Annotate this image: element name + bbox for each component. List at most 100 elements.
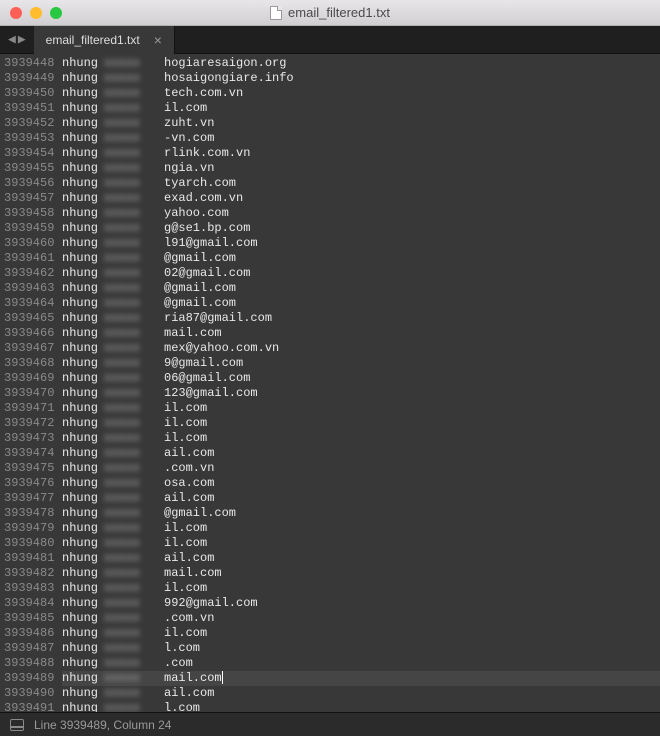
line-number: 3939487 — [4, 641, 52, 656]
text-content[interactable]: nhungxxxxxhogiaresaigon.orgnhungxxxxxhos… — [62, 54, 660, 712]
text-row[interactable]: nhungxxxxx.com.vn — [62, 611, 660, 626]
text-row[interactable]: nhungxxxxxail.com — [62, 446, 660, 461]
col-redacted: xxxxx — [104, 536, 164, 551]
col-prefix: nhung — [62, 161, 104, 176]
col-value: @gmail.com — [164, 296, 660, 311]
col-value: il.com — [164, 626, 660, 641]
text-row[interactable]: nhungxxxxx@gmail.com — [62, 281, 660, 296]
text-row[interactable]: nhungxxxxxil.com — [62, 581, 660, 596]
document-icon — [270, 6, 282, 20]
minimize-window-button[interactable] — [30, 7, 42, 19]
col-redacted: xxxxx — [104, 476, 164, 491]
line-number: 3939488 — [4, 656, 52, 671]
text-row[interactable]: nhungxxxxxhosaigongiare.info — [62, 71, 660, 86]
text-row[interactable]: nhungxxxxxil.com — [62, 431, 660, 446]
text-row[interactable]: nhungxxxxxl91@gmail.com — [62, 236, 660, 251]
text-row[interactable]: nhungxxxxxil.com — [62, 626, 660, 641]
text-row[interactable]: nhungxxxxxyahoo.com — [62, 206, 660, 221]
col-redacted: xxxxx — [104, 461, 164, 476]
text-row[interactable]: nhungxxxxxmail.com — [62, 326, 660, 341]
editor-area[interactable]: 3939448393944939394503939451393945239394… — [0, 54, 660, 712]
col-redacted: xxxxx — [104, 161, 164, 176]
text-row[interactable]: nhungxxxxxil.com — [62, 416, 660, 431]
col-redacted: xxxxx — [104, 596, 164, 611]
col-value: il.com — [164, 401, 660, 416]
text-row[interactable]: nhungxxxxxria87@gmail.com — [62, 311, 660, 326]
text-row[interactable]: nhungxxxxxosa.com — [62, 476, 660, 491]
line-number: 3939470 — [4, 386, 52, 401]
text-row[interactable]: nhungxxxxx.com.vn — [62, 461, 660, 476]
text-row[interactable]: nhungxxxxx123@gmail.com — [62, 386, 660, 401]
col-prefix: nhung — [62, 251, 104, 266]
col-value: il.com — [164, 431, 660, 446]
close-tab-icon[interactable]: × — [154, 33, 162, 47]
col-value: ria87@gmail.com — [164, 311, 660, 326]
col-redacted: xxxxx — [104, 401, 164, 416]
text-row[interactable]: nhungxxxxxzuht.vn — [62, 116, 660, 131]
text-row[interactable]: nhungxxxxxil.com — [62, 536, 660, 551]
col-redacted: xxxxx — [104, 671, 164, 686]
text-row[interactable]: nhungxxxxx.com — [62, 656, 660, 671]
col-prefix: nhung — [62, 71, 104, 86]
col-value: il.com — [164, 416, 660, 431]
text-row[interactable]: nhungxxxxxmex@yahoo.com.vn — [62, 341, 660, 356]
col-value: .com.vn — [164, 461, 660, 476]
nav-forward-icon[interactable]: ▶ — [18, 32, 26, 47]
line-number: 3939466 — [4, 326, 52, 341]
text-row[interactable]: nhungxxxxxexad.com.vn — [62, 191, 660, 206]
text-row[interactable]: nhungxxxxxail.com — [62, 551, 660, 566]
text-row[interactable]: nhungxxxxx992@gmail.com — [62, 596, 660, 611]
text-row[interactable]: nhungxxxxxmail.com — [62, 566, 660, 581]
history-nav: ◀ ▶ — [0, 32, 34, 47]
text-row[interactable]: nhungxxxxxl.com — [62, 701, 660, 712]
tab-label: email_filtered1.txt — [46, 33, 140, 47]
text-row[interactable]: nhungxxxxxail.com — [62, 491, 660, 506]
line-number: 3939450 — [4, 86, 52, 101]
text-row[interactable]: nhungxxxxx@gmail.com — [62, 296, 660, 311]
text-row[interactable]: nhungxxxxxil.com — [62, 101, 660, 116]
text-row[interactable]: nhungxxxxxmail.com — [62, 671, 660, 686]
col-prefix: nhung — [62, 86, 104, 101]
text-row[interactable]: nhungxxxxxhogiaresaigon.org — [62, 56, 660, 71]
col-redacted: xxxxx — [104, 611, 164, 626]
zoom-window-button[interactable] — [50, 7, 62, 19]
col-redacted: xxxxx — [104, 116, 164, 131]
text-row[interactable]: nhungxxxxx02@gmail.com — [62, 266, 660, 281]
col-redacted: xxxxx — [104, 641, 164, 656]
col-prefix: nhung — [62, 326, 104, 341]
col-redacted: xxxxx — [104, 251, 164, 266]
col-redacted: xxxxx — [104, 551, 164, 566]
col-prefix: nhung — [62, 401, 104, 416]
col-prefix: nhung — [62, 491, 104, 506]
text-row[interactable]: nhungxxxxx@gmail.com — [62, 251, 660, 266]
panel-toggle-icon[interactable] — [10, 719, 24, 731]
text-row[interactable]: nhungxxxxxrlink.com.vn — [62, 146, 660, 161]
col-redacted: xxxxx — [104, 101, 164, 116]
text-row[interactable]: nhungxxxxx9@gmail.com — [62, 356, 660, 371]
text-row[interactable]: nhungxxxxxl.com — [62, 641, 660, 656]
col-value: ail.com — [164, 446, 660, 461]
tab-bar: ◀ ▶ email_filtered1.txt × — [0, 26, 660, 54]
close-window-button[interactable] — [10, 7, 22, 19]
line-number: 3939460 — [4, 236, 52, 251]
col-value: .com.vn — [164, 611, 660, 626]
text-row[interactable]: nhungxxxxx-vn.com — [62, 131, 660, 146]
text-row[interactable]: nhungxxxxxil.com — [62, 521, 660, 536]
line-number: 3939474 — [4, 446, 52, 461]
file-tab[interactable]: email_filtered1.txt × — [34, 26, 175, 54]
text-row[interactable]: nhungxxxxxtyarch.com — [62, 176, 660, 191]
text-row[interactable]: nhungxxxxxg@se1.bp.com — [62, 221, 660, 236]
col-value: il.com — [164, 101, 660, 116]
text-row[interactable]: nhungxxxxxngia.vn — [62, 161, 660, 176]
line-number: 3939469 — [4, 371, 52, 386]
text-row[interactable]: nhungxxxxxtech.com.vn — [62, 86, 660, 101]
line-number: 3939480 — [4, 536, 52, 551]
col-redacted: xxxxx — [104, 521, 164, 536]
text-row[interactable]: nhungxxxxx06@gmail.com — [62, 371, 660, 386]
text-row[interactable]: nhungxxxxxil.com — [62, 401, 660, 416]
text-row[interactable]: nhungxxxxx@gmail.com — [62, 506, 660, 521]
traffic-lights — [10, 7, 62, 19]
nav-back-icon[interactable]: ◀ — [8, 32, 16, 47]
col-value: 992@gmail.com — [164, 596, 660, 611]
text-row[interactable]: nhungxxxxxail.com — [62, 686, 660, 701]
